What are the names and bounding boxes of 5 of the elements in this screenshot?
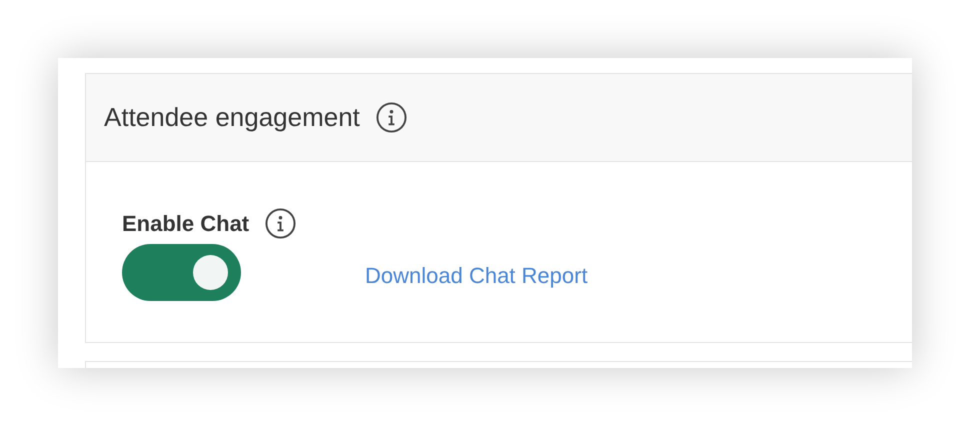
info-icon[interactable] <box>376 102 407 133</box>
download-report-link[interactable]: Download Chat Report <box>365 259 588 292</box>
section-title: Attendee engagement <box>104 101 360 134</box>
info-icon[interactable] <box>265 208 296 239</box>
chat-label: Enable Chat <box>122 210 250 238</box>
